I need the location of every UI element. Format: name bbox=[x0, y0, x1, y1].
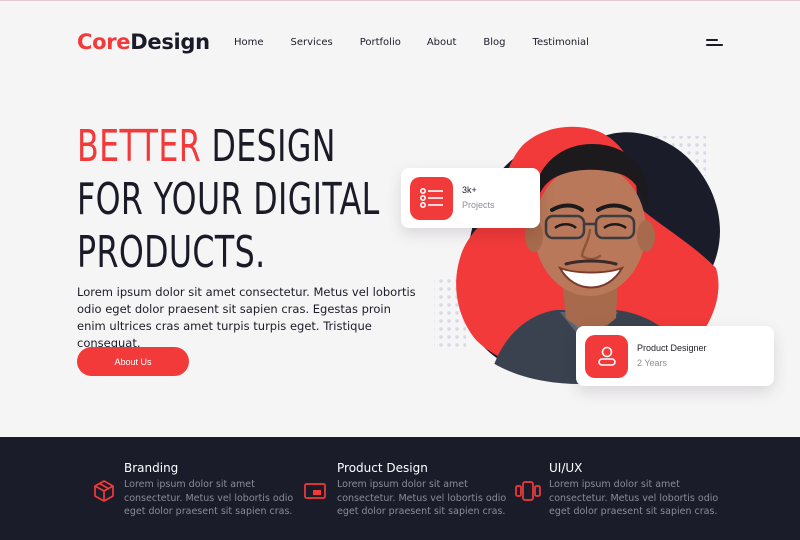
about-us-button[interactable]: About Us bbox=[77, 347, 189, 376]
projects-card: 3k+ Projects bbox=[401, 168, 540, 228]
nav-about[interactable]: About bbox=[427, 37, 457, 48]
box-icon bbox=[94, 480, 114, 502]
list-icon bbox=[410, 176, 453, 220]
service-title: UI/UX bbox=[549, 461, 583, 475]
role-years: 2 Years bbox=[637, 358, 668, 368]
projects-label: Projects bbox=[462, 200, 495, 210]
hamburger-menu-icon[interactable] bbox=[706, 39, 723, 48]
nav-blog[interactable]: Blog bbox=[483, 37, 505, 48]
designer-card: Product Designer 2 Years bbox=[576, 326, 774, 386]
services-section: Branding Lorem ipsum dolor sit amet cons… bbox=[0, 437, 800, 540]
service-description: Lorem ipsum dolor sit amet consectetur. … bbox=[337, 479, 507, 517]
devices-icon bbox=[515, 481, 541, 501]
brand-logo-part2: Design bbox=[130, 30, 210, 54]
projects-count: 3k+ bbox=[462, 185, 477, 195]
service-title: Branding bbox=[124, 461, 179, 475]
user-icon bbox=[585, 334, 628, 378]
headline-accent: BETTER bbox=[77, 121, 202, 172]
top-border bbox=[0, 0, 800, 1]
service-description: Lorem ipsum dolor sit amet consectetur. … bbox=[124, 479, 294, 517]
headline-line1-rest: DESIGN bbox=[201, 121, 336, 172]
headline-line2: FOR YOUR DIGITAL bbox=[77, 174, 380, 225]
brand-logo-part1: Core bbox=[77, 30, 131, 54]
hero-description: Lorem ipsum dolor sit amet consectetur. … bbox=[77, 285, 416, 350]
headline-line3: PRODUCTS. bbox=[77, 227, 266, 278]
role-title: Product Designer bbox=[637, 343, 707, 353]
service-title: Product Design bbox=[337, 461, 428, 475]
hero-headline: BETTER DESIGN FOR YOUR DIGITAL PRODUCTS. bbox=[77, 120, 380, 279]
nav-services[interactable]: Services bbox=[291, 37, 333, 48]
nav-home[interactable]: Home bbox=[234, 37, 264, 48]
service-description: Lorem ipsum dolor sit amet consectetur. … bbox=[549, 479, 719, 517]
screen-icon bbox=[304, 483, 326, 499]
nav-portfolio[interactable]: Portfolio bbox=[360, 37, 401, 48]
brand-logo[interactable]: CoreDesign bbox=[77, 30, 210, 54]
nav-testimonial[interactable]: Testimonial bbox=[533, 37, 589, 48]
main-nav: Home Services Portfolio About Blog Testi… bbox=[234, 37, 589, 48]
